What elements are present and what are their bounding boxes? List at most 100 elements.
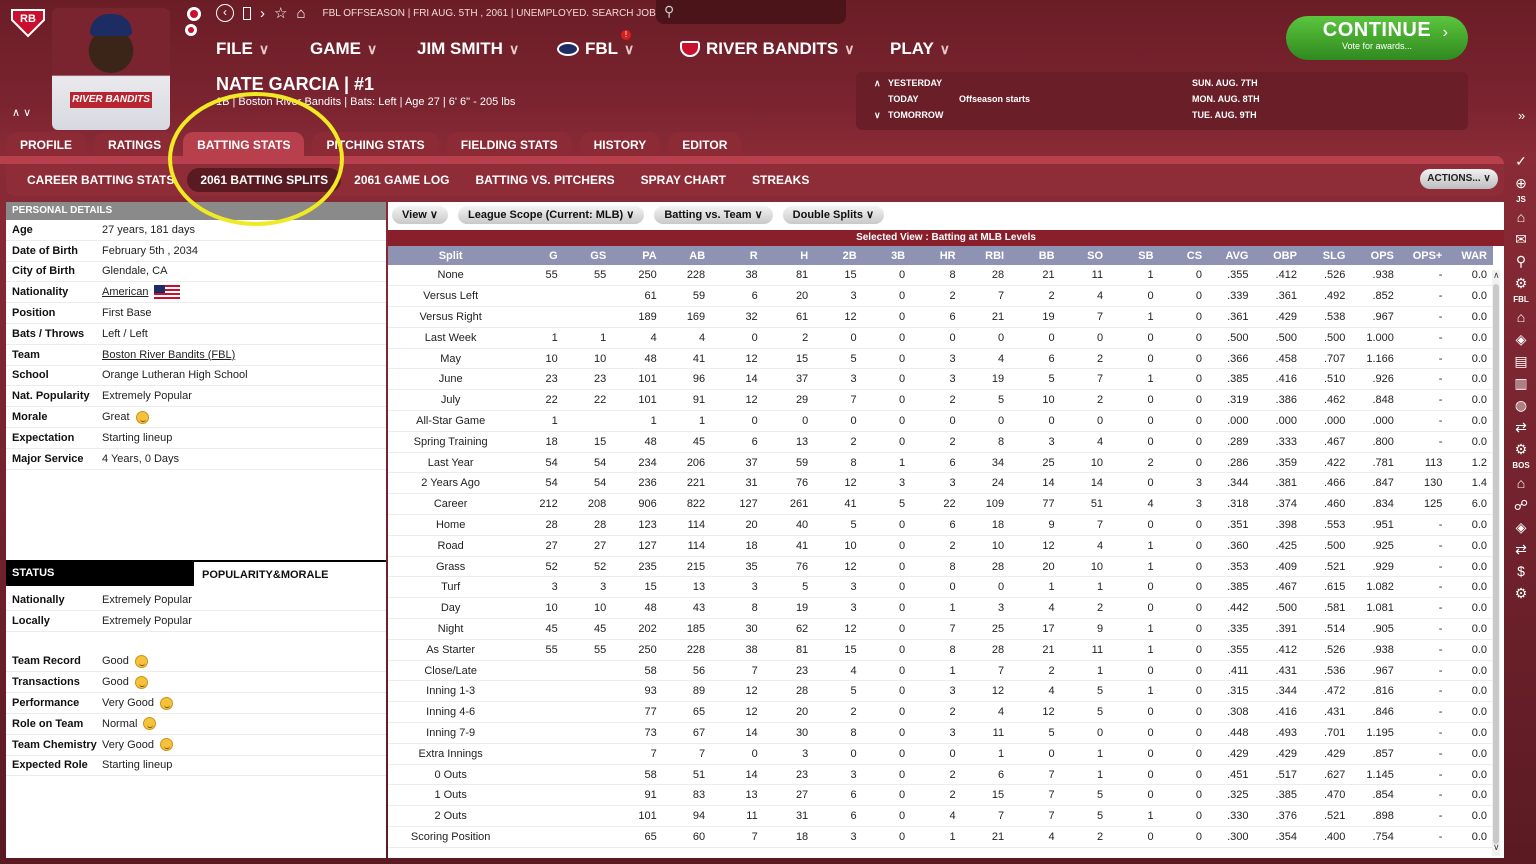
- tab-editor[interactable]: EDITOR: [668, 132, 742, 158]
- column-header[interactable]: GS: [563, 246, 613, 265]
- table-row[interactable]: Inning 1-3 93 89 12 28 5 0 3 12 4 5 1 0.315.344.472.…: [388, 680, 1493, 703]
- bookmark-icon[interactable]: [243, 6, 251, 20]
- column-header[interactable]: RBI: [961, 246, 1011, 265]
- detail-value-text[interactable]: Boston River Bandits (FBL): [102, 349, 235, 361]
- column-header[interactable]: OBP: [1254, 246, 1303, 265]
- tab-history[interactable]: HISTORY: [579, 132, 661, 158]
- gear-icon[interactable]: ⚙: [1506, 582, 1536, 604]
- menu-play[interactable]: PLAY ∨: [890, 39, 950, 59]
- search-icon[interactable]: ⚲: [1506, 250, 1536, 272]
- column-header[interactable]: PA: [612, 246, 663, 265]
- table-row[interactable]: None 55 55 250 228 38 81 15 0 8 28 21 11 1 0.355.412.5…: [388, 265, 1493, 287]
- home-icon[interactable]: ⌂: [1506, 306, 1536, 328]
- tab-fielding-stats[interactable]: FIELDING STATS: [446, 132, 572, 158]
- league-scope-dropdown[interactable]: League Scope (Current: MLB) ∨: [457, 206, 645, 224]
- column-header[interactable]: R: [711, 246, 764, 265]
- roster-icon[interactable]: ☍: [1506, 494, 1536, 516]
- table-row[interactable]: Versus Left 61 59 6 20 3 0 2 7 2 4 0 0.339.361.492.8…: [388, 285, 1493, 308]
- expand-sidebar-icon[interactable]: »: [1518, 108, 1525, 123]
- table-row[interactable]: 1 Outs 91 83 13 27 6 0 2 15 7 5 0 0.325.385.470.854-…: [388, 784, 1493, 807]
- table-row[interactable]: Versus Right 189 169 32 61 12 0 6 21 19 7 1 0.361.42…: [388, 306, 1493, 328]
- subtab-batting-vs-pitchers[interactable]: BATTING VS. PITCHERS: [463, 168, 628, 192]
- scrollbar-thumb[interactable]: [1493, 284, 1499, 844]
- checkmark-icon[interactable]: ✓: [1506, 150, 1536, 172]
- table-row[interactable]: Scoring Position 65 60 7 18 3 0 1 21 4 2 0 0.300.354…: [388, 826, 1493, 848]
- view-dropdown[interactable]: View ∨: [392, 206, 448, 224]
- home-icon[interactable]: ⌂: [1506, 206, 1536, 228]
- table-row[interactable]: Road 27 27 127 114 18 41 10 0 2 10 12 4 1 0.360.425.50…: [388, 535, 1493, 557]
- actions-button[interactable]: ACTIONS... ∨: [1420, 169, 1498, 189]
- column-header[interactable]: G: [519, 246, 564, 265]
- tab-profile[interactable]: PROFILE: [6, 132, 87, 158]
- table-row[interactable]: Last Week 1 1 4 4 0 2 0 0 0 0 0 0 0 0.500.500.500 1.000…: [388, 327, 1493, 349]
- finance-icon[interactable]: $: [1506, 560, 1536, 582]
- rb-logo[interactable]: RB: [8, 6, 48, 38]
- scroll-down-icon[interactable]: ∨: [1493, 842, 1500, 853]
- transactions-icon[interactable]: ⇄: [1506, 538, 1536, 560]
- gear-icon[interactable]: ⚙: [1506, 438, 1536, 460]
- column-header[interactable]: SO: [1060, 246, 1110, 265]
- table-row[interactable]: 0 Outs 58 51 14 23 3 0 2 6 7 1 0 0.451.517.627 1.145-…: [388, 764, 1493, 786]
- column-header[interactable]: SB: [1109, 246, 1160, 265]
- table-row[interactable]: Close/Late 58 56 7 23 4 0 1 7 2 1 0 0.411.431.536.96…: [388, 660, 1493, 682]
- column-header[interactable]: CS: [1159, 246, 1209, 265]
- continue-button[interactable]: CONTINUE Vote for awards... ›: [1286, 16, 1468, 60]
- table-row[interactable]: Night 45 45 202 185 30 62 12 0 7 25 17 9 1 0.335.391.5…: [388, 618, 1493, 640]
- detail-value-text[interactable]: American: [102, 286, 148, 298]
- double-splits-dropdown[interactable]: Double Splits ∨: [782, 206, 885, 224]
- baseball-icon[interactable]: ◍: [1506, 394, 1536, 416]
- menu-manager[interactable]: JIM SMITH ∨: [417, 39, 557, 59]
- news-icon[interactable]: ▤: [1506, 350, 1536, 372]
- scroll-up-icon[interactable]: ∧: [1493, 270, 1500, 281]
- up-arrow-icon[interactable]: ∧: [874, 78, 881, 89]
- home-icon[interactable]: ⌂: [296, 5, 305, 22]
- mail-icon[interactable]: ✉: [1506, 228, 1536, 250]
- tab-ratings[interactable]: RATINGS: [94, 132, 176, 158]
- column-header[interactable]: H: [763, 246, 815, 265]
- column-header[interactable]: AVG: [1208, 246, 1255, 265]
- star-icon[interactable]: ☆: [274, 4, 287, 22]
- table-row[interactable]: As Starter 55 55 250 228 38 81 15 0 8 28 21 11 1 0.355…: [388, 639, 1493, 661]
- splitting-dropdown[interactable]: Batting vs. Team ∨: [654, 206, 773, 224]
- table-row[interactable]: Spring Training 18 15 48 45 6 13 2 0 2 8 3 4 0 0.289.3…: [388, 431, 1493, 453]
- column-header[interactable]: SLG: [1302, 246, 1352, 265]
- table-row[interactable]: Extra Innings 7 7 0 3 0 0 0 1 0 1 0 0.429.429.429.85…: [388, 743, 1493, 765]
- column-header[interactable]: WAR: [1448, 246, 1493, 265]
- tab-popularity-morale[interactable]: POPULARITY&MORALE: [194, 560, 386, 586]
- column-header[interactable]: 3B: [862, 246, 912, 265]
- column-header[interactable]: Split: [388, 246, 520, 265]
- column-header[interactable]: HR: [911, 246, 962, 265]
- back-icon[interactable]: ‹: [216, 4, 234, 22]
- transactions-icon[interactable]: ⇄: [1506, 416, 1536, 438]
- subtab-spray-chart[interactable]: SPRAY CHART: [628, 168, 739, 192]
- diamond-icon[interactable]: ◈: [1506, 516, 1536, 538]
- subtab-career-batting[interactable]: CAREER BATTING STATS: [14, 168, 187, 192]
- menu-file[interactable]: FILE ∨: [216, 39, 310, 59]
- search-bar[interactable]: ⚲: [656, 0, 846, 24]
- table-row[interactable]: July 22 22 101 91 12 29 7 0 2 5 10 2 0 0.319.386.462.8…: [388, 389, 1493, 412]
- menu-game[interactable]: GAME ∨: [310, 39, 417, 59]
- table-row[interactable]: Day 10 10 48 43 8 19 3 0 1 3 4 2 0 0.442.500.581 1.081-…: [388, 597, 1493, 620]
- gear-icon[interactable]: ⚙: [1506, 272, 1536, 294]
- table-row[interactable]: Career 212 208 906 822 127 261 41 5 22 109 77 51 4 3.3…: [388, 493, 1493, 516]
- table-row[interactable]: Inning 7-9 73 67 14 30 8 0 3 11 5 0 0 0.448.493.701 1…: [388, 722, 1493, 744]
- column-header[interactable]: BB: [1010, 246, 1061, 265]
- column-header[interactable]: OPS+: [1399, 246, 1449, 265]
- column-header[interactable]: 2B: [814, 246, 863, 265]
- subtab-game-log[interactable]: 2061 GAME LOG: [341, 168, 462, 192]
- table-scrollbar[interactable]: [1492, 270, 1500, 856]
- subtab-streaks[interactable]: STREAKS: [739, 168, 822, 192]
- globe-icon[interactable]: ⊕: [1506, 172, 1536, 194]
- menu-league[interactable]: FBL ∨: [557, 39, 680, 59]
- table-row[interactable]: Inning 4-6 77 65 12 20 2 0 2 4 12 5 0 0.308.416.431.…: [388, 701, 1493, 724]
- table-row[interactable]: Turf 3 3 15 13 3 5 3 0 0 0 1 1 0 0.385.467.615 1.082-0.…: [388, 576, 1493, 599]
- table-row[interactable]: Home 28 28 123 114 20 40 5 0 6 18 9 7 0 0.351.398.553.…: [388, 514, 1493, 536]
- down-arrow-icon[interactable]: ∨: [874, 110, 881, 121]
- table-row[interactable]: June 23 23 101 96 14 37 3 0 3 19 5 7 1 0.385.416.510.9…: [388, 368, 1493, 391]
- table-row[interactable]: 2 Years Ago 54 54 236 221 31 76 12 3 3 24 14 14 0 3.34…: [388, 472, 1493, 495]
- table-row[interactable]: All-Star Game 1 1 1 0 0 0 0 0 0 0 0 0 0.000.000.000.0…: [388, 410, 1493, 432]
- column-header[interactable]: AB: [662, 246, 712, 265]
- table-row[interactable]: Last Year 54 54 234 206 37 59 8 1 6 34 25 10 2 0.286.3…: [388, 452, 1493, 474]
- diamond-icon[interactable]: ◈: [1506, 328, 1536, 350]
- forward-icon[interactable]: ›: [260, 5, 265, 22]
